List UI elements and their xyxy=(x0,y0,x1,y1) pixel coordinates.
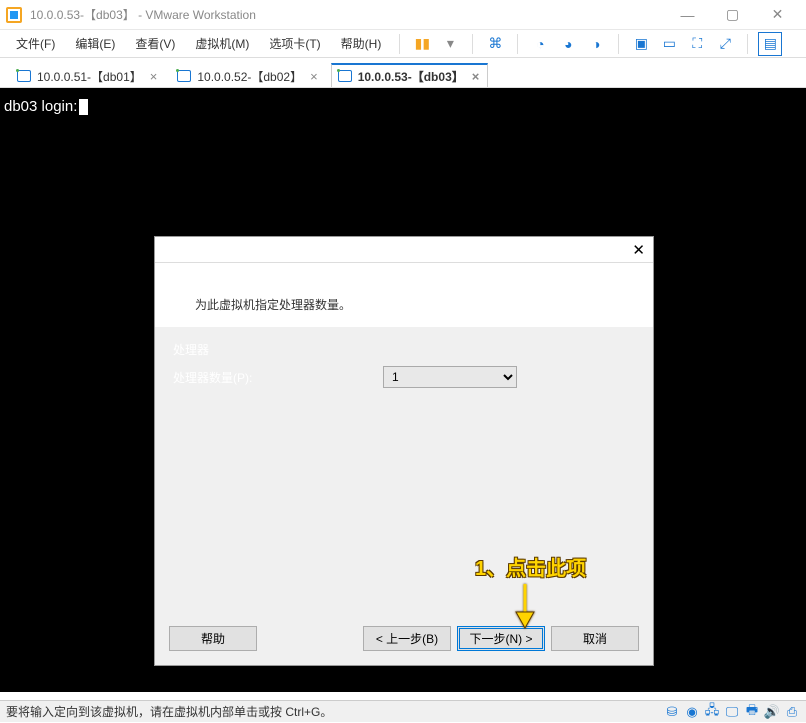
sound-icon[interactable]: 🔊 xyxy=(764,704,780,720)
separator xyxy=(472,34,473,54)
printer-icon[interactable]: 🖶 xyxy=(744,704,760,720)
view-unity-icon[interactable]: ▭ xyxy=(657,32,681,56)
vmware-app-icon xyxy=(6,7,22,23)
tab-db01[interactable]: 10.0.0.51-【db01】 × xyxy=(10,63,166,87)
display-icon[interactable]: 🖵 xyxy=(724,704,740,720)
menu-edit[interactable]: 编辑(E) xyxy=(67,32,123,55)
close-window-button[interactable]: ✕ xyxy=(755,0,800,30)
window-titlebar: 10.0.0.53-【db03】 - VMware Workstation — … xyxy=(0,0,806,30)
menu-help[interactable]: 帮助(H) xyxy=(333,32,390,55)
library-icon[interactable]: ▤ xyxy=(758,32,782,56)
snapshot-manage-icon[interactable]: ◑ xyxy=(584,32,608,56)
dialog-body: 处理器 处理器数量(P): 1 xyxy=(155,327,653,616)
send-ctrl-alt-del-icon[interactable]: ⌘ xyxy=(483,32,507,56)
minimize-button[interactable]: — xyxy=(665,0,710,30)
dialog-buttons: 帮助 < 上一步(B) 下一步(N) > 取消 xyxy=(155,616,653,665)
network-icon[interactable]: 🖧 xyxy=(704,704,720,720)
cd-icon[interactable]: ◉ xyxy=(684,704,700,720)
help-button[interactable]: 帮助 xyxy=(169,626,257,651)
dialog-subheading: 为此虚拟机指定处理器数量。 xyxy=(195,296,633,313)
dialog-title: 新建虚拟机向导 xyxy=(163,241,247,258)
processor-count-row: 处理器数量(P): 1 xyxy=(173,366,635,388)
dialog-titlebar: 新建虚拟机向导 ✕ xyxy=(155,237,653,263)
fullscreen-icon[interactable]: ⤢ xyxy=(713,32,737,56)
maximize-button[interactable]: ▢ xyxy=(710,0,755,30)
tab-label: 10.0.0.53-【db03】 xyxy=(358,68,464,85)
menubar: 文件(F) 编辑(E) 查看(V) 虚拟机(M) 选项卡(T) 帮助(H) ▮▮… xyxy=(0,30,806,58)
pause-icon[interactable]: ▮▮ xyxy=(410,32,434,56)
statusbar-icons: ⛁ ◉ 🖧 🖵 🖶 🔊 ⎙ xyxy=(664,704,800,720)
menu-tabs[interactable]: 选项卡(T) xyxy=(261,32,328,55)
tab-close-icon[interactable]: × xyxy=(308,69,320,84)
tab-close-icon[interactable]: × xyxy=(148,69,160,84)
terminal-area[interactable]: db03 login: 新建虚拟机向导 ✕ 处理器配置 为此虚拟机指定处理器数量… xyxy=(0,88,806,692)
group-label-processors: 处理器 xyxy=(173,341,635,358)
dialog-heading: 处理器配置 xyxy=(175,273,633,292)
tab-label: 10.0.0.52-【db02】 xyxy=(197,68,302,85)
tab-label: 10.0.0.51-【db01】 xyxy=(37,68,142,85)
menu-view[interactable]: 查看(V) xyxy=(127,32,183,55)
separator xyxy=(618,34,619,54)
new-vm-wizard-dialog: 新建虚拟机向导 ✕ 处理器配置 为此虚拟机指定处理器数量。 处理器 处理器数量(… xyxy=(154,236,654,666)
tab-db03[interactable]: 10.0.0.53-【db03】 × xyxy=(331,63,489,87)
menu-vm[interactable]: 虚拟机(M) xyxy=(187,32,257,55)
snapshot-revert-icon[interactable]: ◕ xyxy=(556,32,580,56)
dialog-header: 处理器配置 为此虚拟机指定处理器数量。 xyxy=(155,263,653,327)
tab-db02[interactable]: 10.0.0.52-【db02】 × xyxy=(170,63,326,87)
next-button[interactable]: 下一步(N) > xyxy=(457,626,545,651)
view-console-icon[interactable]: ▣ xyxy=(629,32,653,56)
terminal-text: db03 login: xyxy=(4,98,77,115)
dropdown-icon[interactable]: ▾ xyxy=(438,32,462,56)
tab-close-icon[interactable]: × xyxy=(470,69,482,84)
menu-file[interactable]: 文件(F) xyxy=(8,32,63,55)
tabstrip: 10.0.0.51-【db01】 × 10.0.0.52-【db02】 × 10… xyxy=(0,58,806,88)
usb-icon[interactable]: ⎙ xyxy=(784,704,800,720)
disk-icon[interactable]: ⛁ xyxy=(664,704,680,720)
separator xyxy=(747,34,748,54)
stretch-icon[interactable]: ⛶ xyxy=(685,32,709,56)
vm-running-icon xyxy=(177,70,191,82)
statusbar-text: 要将输入定向到该虚拟机，请在虚拟机内部单击或按 Ctrl+G。 xyxy=(6,703,332,720)
vm-running-icon xyxy=(17,70,31,82)
separator xyxy=(399,34,400,54)
cancel-button[interactable]: 取消 xyxy=(551,626,639,651)
back-button[interactable]: < 上一步(B) xyxy=(363,626,451,651)
dialog-close-icon[interactable]: ✕ xyxy=(632,241,645,259)
snapshot-icon[interactable]: ◔ xyxy=(528,32,552,56)
separator xyxy=(517,34,518,54)
vm-running-icon xyxy=(338,70,352,82)
terminal-cursor xyxy=(79,99,88,115)
processor-count-label: 处理器数量(P): xyxy=(173,369,383,386)
processor-count-select[interactable]: 1 xyxy=(383,366,517,388)
statusbar: 要将输入定向到该虚拟机，请在虚拟机内部单击或按 Ctrl+G。 ⛁ ◉ 🖧 🖵 … xyxy=(0,700,806,722)
window-title: 10.0.0.53-【db03】 - VMware Workstation xyxy=(30,6,665,23)
